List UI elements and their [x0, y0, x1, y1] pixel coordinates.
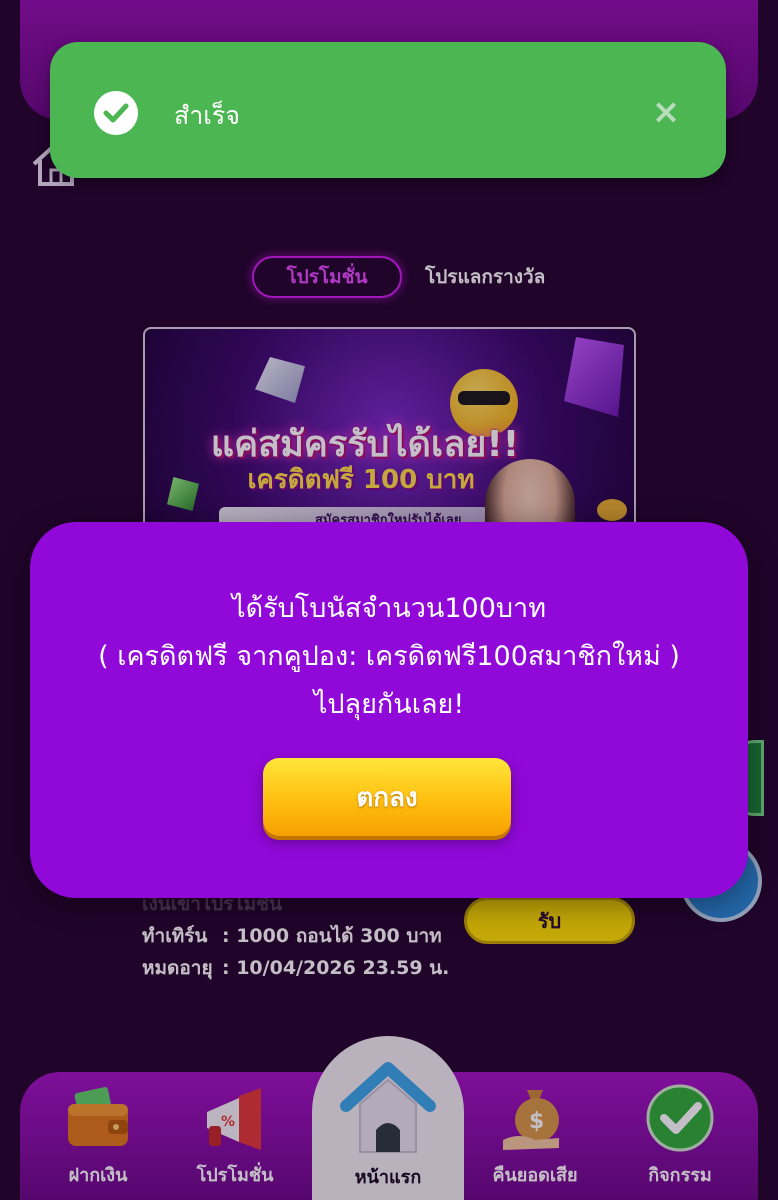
- toast-message: สำเร็จ: [174, 101, 240, 130]
- dialog-bonus-amount: ได้รับโบนัสจำนวน100บาท: [231, 593, 547, 624]
- close-icon[interactable]: ×: [650, 95, 682, 129]
- bonus-dialog: ได้รับโบนัสจำนวน100บาท ( เครดิตฟรี จากคู…: [30, 522, 748, 898]
- success-toast: [50, 42, 726, 178]
- dialog-coupon-detail: ( เครดิตฟรี จากคูปอง: เครดิตฟรี100สมาชิก…: [98, 641, 680, 672]
- ok-button[interactable]: ตกลง: [263, 758, 511, 836]
- dialog-cta-text: ไปลุยกันเลย!: [313, 689, 465, 720]
- check-circle-icon: [94, 91, 138, 135]
